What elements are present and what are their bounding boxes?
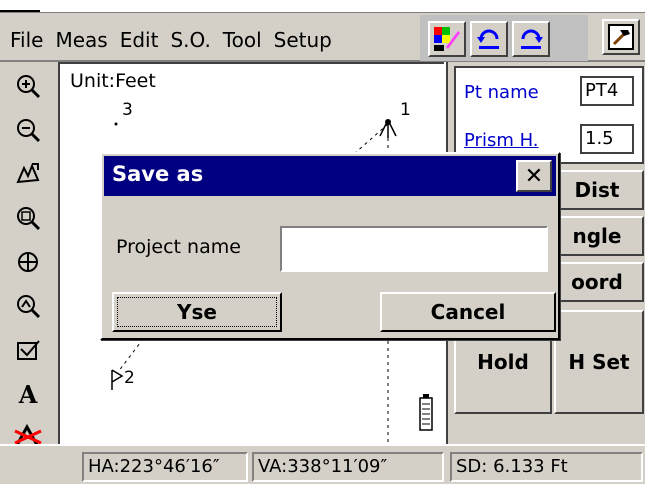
status-bar: HA:223°46′16″ VA:338°11′09″ SD: 6.133 Ft: [0, 444, 645, 484]
point-info-box: Pt name PT4 Prism H. 1.5: [454, 66, 644, 164]
pan-icon[interactable]: [12, 158, 44, 190]
pt-name-field[interactable]: PT4: [580, 76, 634, 106]
hold-button-label: Hold: [477, 350, 529, 374]
prism-height-field[interactable]: 1.5: [580, 124, 634, 154]
title-strip: [0, 0, 645, 12]
point-label-3: 3: [122, 100, 133, 120]
cancel-button[interactable]: Cancel: [380, 292, 556, 332]
save-as-dialog: Save as ✕ Project name Yse Cancel: [100, 152, 560, 340]
menu-file[interactable]: File: [4, 25, 49, 55]
yes-button[interactable]: Yse: [112, 292, 282, 332]
zoom-out-icon[interactable]: [12, 114, 44, 146]
h-set-button[interactable]: H Set: [554, 310, 644, 414]
close-icon[interactable]: ✕: [516, 160, 552, 192]
color-palette-icon[interactable]: [428, 21, 466, 57]
zoom-center-icon[interactable]: [12, 290, 44, 322]
dialog-title-bar: Save as ✕: [104, 156, 556, 196]
yes-button-label: Yse: [177, 300, 217, 324]
va-readout: VA:338°11′09″: [252, 452, 444, 482]
project-name-label: Project name: [116, 236, 241, 258]
prism-height-label[interactable]: Prism H.: [464, 130, 539, 151]
pt-name-label[interactable]: Pt name: [464, 82, 539, 103]
menu-setup[interactable]: Setup: [268, 25, 338, 55]
menu-edit[interactable]: Edit: [114, 25, 165, 55]
toolbar-group: [420, 15, 588, 61]
dialog-title: Save as: [112, 162, 204, 186]
cancel-button-label: Cancel: [430, 300, 506, 324]
menu-meas[interactable]: Meas: [49, 25, 113, 55]
menu-tool[interactable]: Tool: [217, 25, 268, 55]
sd-readout: SD: 6.133 Ft: [450, 452, 643, 482]
menu-bar: File Meas Edit S.O. Tool Setup: [0, 12, 645, 62]
layer-icon[interactable]: [12, 334, 44, 366]
zoom-window-icon[interactable]: [12, 202, 44, 234]
point-label-2: 2: [124, 368, 135, 388]
ha-readout: HA:223°46′16″: [82, 452, 248, 482]
h-set-button-label: H Set: [568, 350, 630, 374]
undo-icon[interactable]: [470, 21, 508, 57]
zoom-extents-icon[interactable]: [12, 246, 44, 278]
project-name-input[interactable]: [280, 226, 548, 272]
left-toolbar: A: [0, 62, 58, 454]
point-label-1: 1: [400, 100, 411, 120]
zoom-in-icon[interactable]: [12, 70, 44, 102]
redo-icon[interactable]: [512, 21, 550, 57]
text-icon[interactable]: A: [12, 378, 44, 410]
menu-so[interactable]: S.O.: [164, 25, 216, 55]
hammer-icon[interactable]: [602, 19, 640, 55]
